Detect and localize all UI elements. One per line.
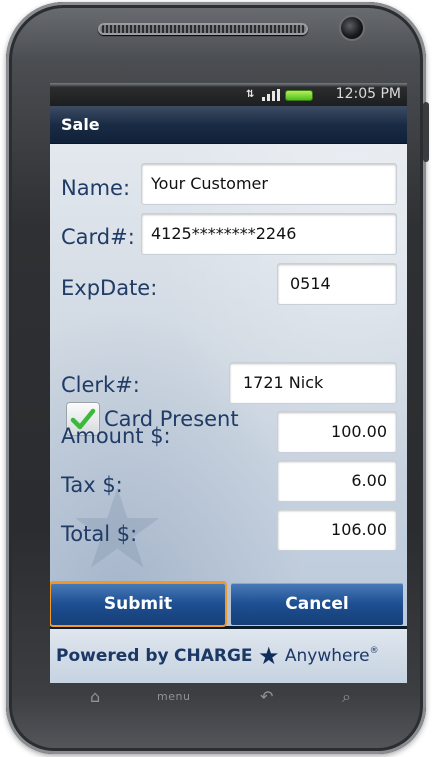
footer-branding: Powered by CHARGE ★ Anywhere® xyxy=(50,629,407,683)
exp-date-label: ExpDate: xyxy=(61,276,158,300)
name-label: Name: xyxy=(61,176,131,200)
status-clock: 12:05 PM xyxy=(335,86,401,102)
amount-label: Amount $: xyxy=(61,424,171,448)
button-bar: Submit Cancel xyxy=(50,583,407,629)
back-icon[interactable]: ↶ xyxy=(260,687,273,706)
side-button xyxy=(423,102,429,162)
card-number-label: Card#: xyxy=(61,225,135,249)
home-icon[interactable]: ⌂ xyxy=(90,687,100,706)
status-icons: ⇅ xyxy=(246,87,312,103)
powered-by-logo: Powered by CHARGE ★ Anywhere® xyxy=(56,642,379,670)
clerk-field[interactable]: 1721 Nick xyxy=(230,363,396,403)
title-bar: Sale xyxy=(50,106,407,145)
exp-date-field[interactable]: 0514 xyxy=(278,264,396,304)
sale-form: ★ Name: Your Customer Card#: 4125*******… xyxy=(50,144,407,626)
signal-bars-icon xyxy=(262,89,280,101)
screen: ⇅ 12:05 PM Sale ★ Name: Your Customer Ca… xyxy=(50,83,407,683)
hardware-nav-keys: ⌂ menu ↶ ⌕ xyxy=(50,683,407,711)
brand-anywhere: Anywhere xyxy=(284,646,370,666)
brand-star-icon: ★ xyxy=(257,642,280,670)
tax-field[interactable]: 6.00 xyxy=(278,461,396,501)
tax-label: Tax $: xyxy=(61,473,123,497)
amount-field[interactable]: 100.00 xyxy=(278,412,396,452)
menu-key[interactable]: menu xyxy=(157,690,190,703)
speaker-grille xyxy=(98,23,308,35)
page-title: Sale xyxy=(61,115,100,134)
brand-charge: CHARGE xyxy=(174,646,253,666)
cancel-button[interactable]: Cancel xyxy=(231,583,403,625)
total-label: Total $: xyxy=(61,522,138,546)
registered-mark: ® xyxy=(369,646,379,656)
battery-icon xyxy=(286,90,312,100)
search-icon[interactable]: ⌕ xyxy=(342,687,351,707)
status-bar: ⇅ 12:05 PM xyxy=(50,83,407,106)
submit-button[interactable]: Submit xyxy=(51,583,225,625)
powered-by-text: Powered by xyxy=(56,646,169,666)
network-3g-icon: ⇅ xyxy=(246,89,255,100)
name-field[interactable]: Your Customer xyxy=(142,164,396,204)
total-field[interactable]: 106.00 xyxy=(278,510,396,550)
clerk-label: Clerk#: xyxy=(61,373,140,397)
card-number-field[interactable]: 4125********2246 xyxy=(142,214,396,254)
front-camera xyxy=(341,17,363,39)
